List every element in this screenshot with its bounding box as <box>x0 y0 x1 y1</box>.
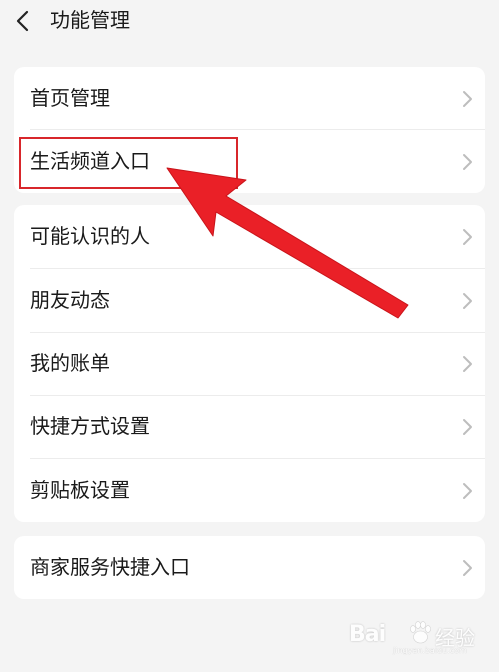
list-item-label: 剪贴板设置 <box>30 478 130 502</box>
list-item-label: 快捷方式设置 <box>30 414 150 438</box>
list-item-label: 可能认识的人 <box>30 224 150 248</box>
settings-group-3: 商家服务快捷入口 <box>14 536 485 599</box>
list-item-life-channel-entry[interactable]: 生活频道入口 <box>14 130 485 193</box>
chevron-right-icon <box>463 293 472 309</box>
list-item-my-bills[interactable]: 我的账单 <box>14 332 485 395</box>
list-item-merchant-service-shortcut[interactable]: 商家服务快捷入口 <box>14 536 485 599</box>
chevron-right-icon <box>463 419 472 435</box>
settings-group-2: 可能认识的人 朋友动态 我的账单 快捷方式设置 剪贴板设置 <box>14 205 485 522</box>
chevron-right-icon <box>463 229 472 245</box>
paw-logo-icon <box>410 621 431 644</box>
chevron-right-icon <box>463 483 472 499</box>
chevron-right-icon <box>463 91 472 107</box>
list-item-shortcut-settings[interactable]: 快捷方式设置 <box>14 395 485 458</box>
list-item-label: 首页管理 <box>30 86 110 110</box>
list-item-label: 商家服务快捷入口 <box>30 555 190 579</box>
list-item-people-you-may-know[interactable]: 可能认识的人 <box>14 205 485 268</box>
list-item-label: 生活频道入口 <box>30 149 150 173</box>
list-item-homepage-management[interactable]: 首页管理 <box>14 67 485 130</box>
watermark: Bai 经验 jingyan.baidu.com <box>349 616 479 656</box>
chevron-left-icon <box>16 10 29 32</box>
list-item-clipboard-settings[interactable]: 剪贴板设置 <box>14 459 485 522</box>
back-button[interactable] <box>8 6 38 36</box>
list-item-friend-updates[interactable]: 朋友动态 <box>14 269 485 332</box>
list-item-label: 我的账单 <box>30 351 110 375</box>
settings-group-1: 首页管理 生活频道入口 <box>14 67 485 193</box>
list-item-label: 朋友动态 <box>30 288 110 312</box>
header-bar: 功能管理 <box>0 0 499 44</box>
chevron-right-icon <box>463 154 472 170</box>
watermark-brand: Bai <box>349 622 386 647</box>
chevron-right-icon <box>463 356 472 372</box>
chevron-right-icon <box>463 560 472 576</box>
watermark-url: jingyan.baidu.com <box>393 646 467 655</box>
page-title: 功能管理 <box>50 8 130 32</box>
